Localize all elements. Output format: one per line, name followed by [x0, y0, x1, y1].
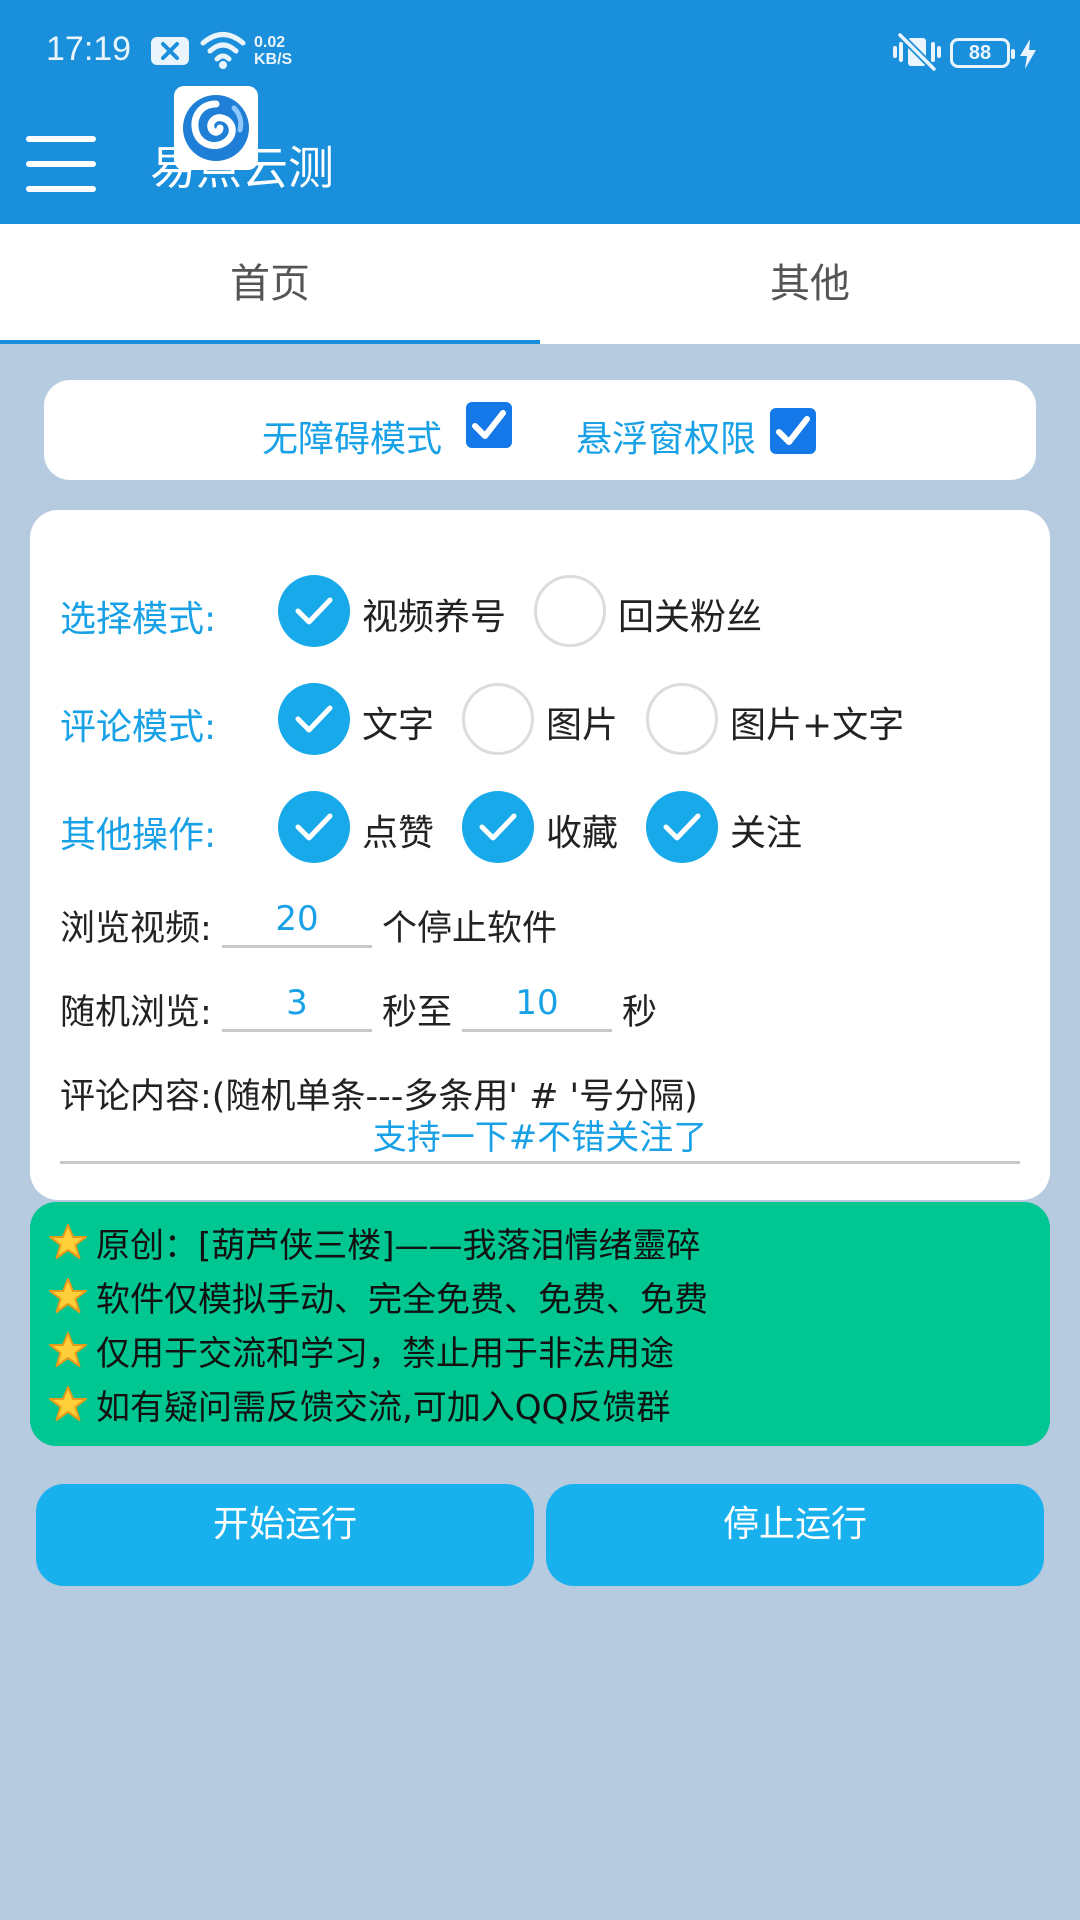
app-bar: 17:19 0.02 KB/S 88 易点云测	[0, 0, 1080, 224]
notice-line: 软件仅模拟手动、完全免费、免费、免费	[48, 1269, 708, 1323]
random-browse-middle: 秒至	[382, 993, 453, 1033]
option-favorite: 收藏	[546, 813, 619, 854]
hamburger-menu-icon[interactable]	[26, 136, 96, 192]
checkmark-icon	[295, 597, 333, 625]
accessibility-mode-checkbox[interactable]	[466, 402, 512, 448]
browse-videos-suffix: 个停止软件	[382, 909, 558, 949]
star-icon	[49, 1224, 87, 1259]
notice-line: 如有疑问需反馈交流,可加入QQ反馈群	[48, 1377, 670, 1431]
option-like: 点赞	[362, 813, 435, 854]
random-min-input[interactable]	[222, 976, 372, 1032]
tab-bar: 首页 其他	[0, 224, 1080, 344]
notice-text: 仅用于交流和学习，禁止用于非法用途	[96, 1333, 674, 1374]
status-bar: 17:19 0.02 KB/S 88	[0, 0, 1080, 104]
browse-count-input[interactable]	[222, 892, 372, 948]
random-browse-label: 随机浏览:	[60, 993, 212, 1033]
option-text: 文字	[362, 705, 435, 746]
checkmark-icon	[479, 813, 517, 841]
star-icon	[49, 1332, 87, 1367]
notice-line: 原创：[葫芦侠三楼]——我落泪情绪靈碎	[48, 1215, 701, 1269]
net-speed-unit: KB/S	[254, 51, 293, 68]
checkmark-icon	[295, 705, 333, 733]
notice-text: 原创：[葫芦侠三楼]——我落泪情绪靈碎	[96, 1225, 701, 1266]
stop-button[interactable]: 停止运行	[546, 1484, 1044, 1586]
charging-icon	[1020, 39, 1036, 69]
select-mode-label: 选择模式:	[60, 599, 217, 640]
net-speed-value: 0.02	[254, 34, 286, 51]
notice-line: 仅用于交流和学习，禁止用于非法用途	[48, 1323, 674, 1377]
tab-home[interactable]: 首页	[0, 224, 540, 344]
comment-mode-label: 评论模式:	[60, 707, 217, 748]
random-max-input[interactable]	[462, 976, 612, 1032]
radio-text[interactable]	[278, 683, 350, 755]
option-follow-back: 回关粉丝	[618, 597, 763, 638]
notice-card: 原创：[葫芦侠三楼]——我落泪情绪靈碎 软件仅模拟手动、完全免费、免费、免费 仅…	[30, 1202, 1050, 1446]
checkbox-follow[interactable]	[646, 791, 718, 863]
status-time: 17:19	[46, 30, 132, 68]
checkmark-icon	[776, 416, 810, 445]
browse-videos-label: 浏览视频:	[60, 909, 212, 949]
float-window-label: 悬浮窗权限	[576, 419, 757, 460]
option-follow: 关注	[730, 813, 803, 854]
option-image: 图片	[546, 705, 619, 746]
other-ops-label: 其他操作:	[60, 815, 217, 856]
radio-image[interactable]	[462, 683, 534, 755]
tab-active-indicator	[0, 340, 540, 344]
radio-image-text[interactable]	[646, 683, 718, 755]
tab-other[interactable]: 其他	[540, 224, 1080, 344]
notice-text: 如有疑问需反馈交流,可加入QQ反馈群	[96, 1387, 671, 1428]
star-icon	[49, 1386, 87, 1421]
battery-indicator: 88	[950, 38, 1015, 68]
option-video-nurture: 视频养号	[362, 597, 507, 638]
app-logo-swirl-icon	[174, 86, 258, 170]
start-button[interactable]: 开始运行	[36, 1484, 534, 1586]
net-speed: 0.02 KB/S	[254, 34, 292, 68]
float-window-checkbox[interactable]	[770, 408, 816, 454]
checkbox-favorite[interactable]	[462, 791, 534, 863]
permission-card: 无障碍模式 悬浮窗权限	[44, 380, 1036, 480]
option-image-text: 图片+文字	[730, 705, 905, 746]
random-browse-suffix: 秒	[622, 993, 658, 1033]
accessibility-mode-label: 无障碍模式	[262, 419, 443, 460]
checkbox-like[interactable]	[278, 791, 350, 863]
star-icon	[49, 1278, 87, 1313]
notice-text: 软件仅模拟手动、完全免费、免费、免费	[96, 1279, 708, 1320]
vibrate-mute-icon	[893, 32, 941, 72]
checkmark-icon	[663, 813, 701, 841]
notification-x-icon	[151, 37, 189, 65]
radio-follow-back[interactable]	[534, 575, 606, 647]
radio-video-nurture[interactable]	[278, 575, 350, 647]
checkmark-icon	[295, 813, 333, 841]
comment-content-input[interactable]	[60, 1108, 1020, 1164]
checkmark-icon	[472, 410, 506, 439]
wifi-icon	[200, 32, 246, 69]
